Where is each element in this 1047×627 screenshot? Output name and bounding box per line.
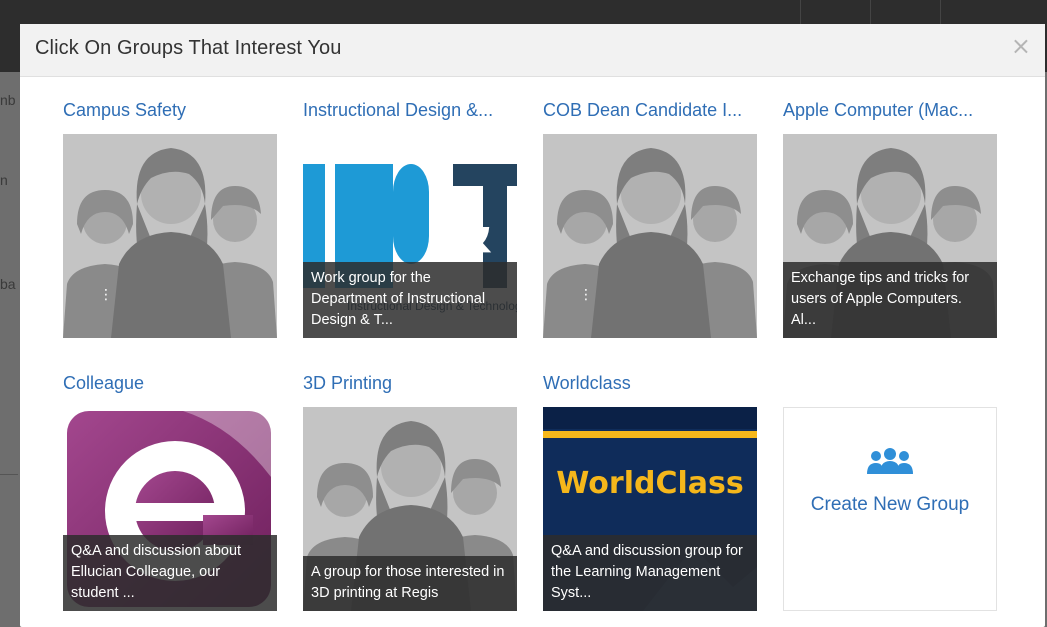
create-new-group-label[interactable]: Create New Group	[784, 494, 996, 516]
colleague-logo-image[interactable]: Q&A and discussion about Ellucian Collea…	[63, 407, 277, 611]
group-title[interactable]: Apple Computer (Mac...	[783, 100, 997, 126]
users-group-icon	[867, 448, 913, 474]
group-title[interactable]: Colleague	[63, 373, 277, 399]
group-description: A group for those interested in 3D print…	[303, 556, 517, 611]
group-description: Q&A and discussion group for the Learnin…	[543, 535, 757, 611]
modal-header: Click On Groups That Interest You ×	[20, 24, 1045, 77]
group-title[interactable]: COB Dean Candidate I...	[543, 100, 757, 126]
default-group-avatar[interactable]: ⋮	[63, 134, 277, 338]
close-icon[interactable]: ×	[1011, 34, 1031, 58]
more-options-icon[interactable]: ⋮	[579, 287, 593, 308]
background-text-fragment: nb	[0, 92, 16, 108]
default-group-avatar[interactable]: Exchange tips and tricks for users of Ap…	[783, 134, 997, 338]
groups-modal: Click On Groups That Interest You × Camp…	[20, 24, 1045, 627]
group-description: Exchange tips and tricks for users of Ap…	[783, 262, 997, 338]
worldclass-logo-image[interactable]: WorldClass Q&A and discussion group for …	[543, 407, 757, 611]
group-description: Work group for the Department of Instruc…	[303, 262, 517, 338]
group-title[interactable]: 3D Printing	[303, 373, 517, 399]
more-options-icon[interactable]: ⋮	[99, 287, 113, 308]
group-description: Q&A and discussion about Ellucian Collea…	[63, 535, 277, 611]
worldclass-logo-text: WorldClass	[556, 466, 743, 501]
idt-logo-image[interactable]: & Instructional Design & Technology Work…	[303, 134, 517, 338]
background-text-fragment: n	[0, 172, 8, 188]
modal-title: Click On Groups That Interest You	[35, 37, 342, 59]
default-group-avatar[interactable]: ⋮	[543, 134, 757, 338]
default-group-avatar[interactable]: A group for those interested in 3D print…	[303, 407, 517, 611]
background-text-fragment: ba	[0, 276, 16, 292]
group-title[interactable]: Instructional Design &...	[303, 100, 517, 126]
group-title[interactable]: Worldclass	[543, 373, 757, 399]
background-divider	[0, 474, 18, 475]
people-placeholder-image	[543, 134, 757, 338]
people-placeholder-image	[63, 134, 277, 338]
group-title[interactable]: Campus Safety	[63, 100, 277, 126]
create-new-group-button[interactable]: Create New Group	[783, 407, 997, 611]
svg-text:&: &	[443, 198, 494, 266]
